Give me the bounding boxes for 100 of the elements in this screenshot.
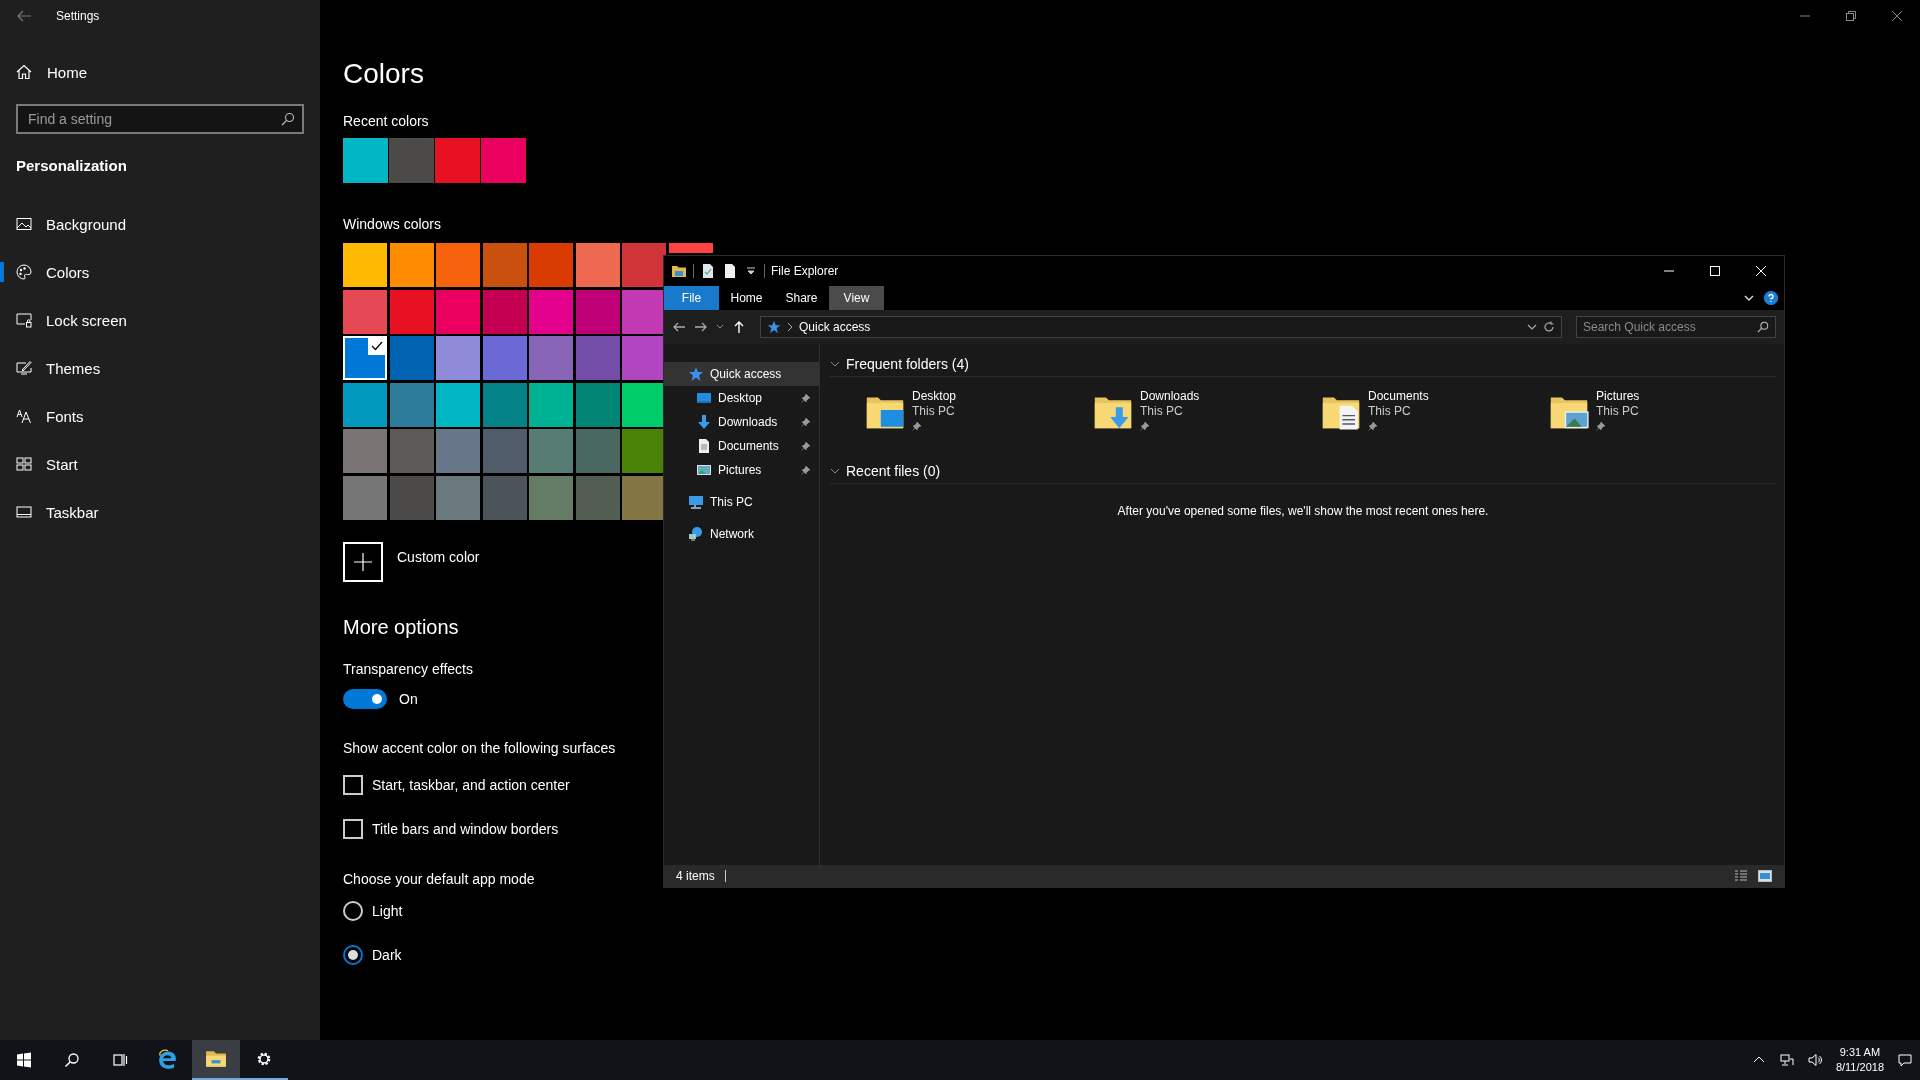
windows-logo-icon[interactable]: [16, 1052, 32, 1068]
color-swatch[interactable]: [389, 138, 434, 183]
nav-item[interactable]: Colors: [0, 248, 320, 296]
color-swatch[interactable]: [482, 336, 527, 380]
tree-item[interactable]: Desktop: [664, 386, 819, 410]
color-swatch[interactable]: [622, 475, 666, 520]
tree-item[interactable]: Quick access: [664, 362, 819, 386]
color-swatch[interactable]: [622, 243, 666, 287]
folder-tile[interactable]: Downloads This PC: [1092, 389, 1320, 459]
back-arrow-icon[interactable]: [16, 8, 32, 24]
color-swatch[interactable]: [622, 289, 666, 334]
color-swatch[interactable]: [622, 382, 666, 427]
tree-item[interactable]: Documents: [664, 434, 819, 458]
clock[interactable]: 9:31 AM 8/11/2018: [1835, 1045, 1884, 1075]
custom-color-button[interactable]: [343, 541, 383, 582]
color-swatch[interactable]: [482, 382, 527, 427]
details-view-icon[interactable]: [1734, 870, 1748, 882]
color-swatch[interactable]: [529, 243, 573, 287]
tree-item[interactable]: This PC: [664, 490, 819, 514]
color-swatch[interactable]: [436, 243, 480, 287]
properties-icon[interactable]: [700, 263, 716, 279]
tree-item[interactable]: Downloads: [664, 410, 819, 434]
color-swatch[interactable]: [481, 138, 526, 183]
color-swatch[interactable]: [435, 138, 480, 183]
color-swatch[interactable]: [343, 475, 387, 520]
tree-item[interactable]: Pictures: [664, 458, 819, 482]
color-swatch[interactable]: [529, 382, 573, 427]
back-arrow-icon[interactable]: [672, 320, 686, 334]
color-swatch[interactable]: [436, 289, 480, 334]
folder-icon[interactable]: [205, 1048, 227, 1070]
nav-item[interactable]: Fonts: [0, 392, 320, 440]
search-icon[interactable]: [64, 1052, 80, 1068]
nav-item[interactable]: Lock screen: [0, 296, 320, 344]
color-swatch[interactable]: [575, 289, 620, 334]
file-menu-button[interactable]: File: [664, 286, 719, 310]
color-swatch[interactable]: [575, 429, 620, 473]
color-swatch[interactable]: [389, 429, 434, 473]
up-arrow-icon[interactable]: [732, 320, 746, 334]
ribbon-tab[interactable]: View: [829, 286, 884, 310]
search-field[interactable]: Find a setting: [16, 104, 304, 134]
color-swatch[interactable]: [436, 429, 480, 473]
radio-button[interactable]: [343, 944, 363, 965]
address-bar[interactable]: Quick access: [760, 316, 1562, 338]
color-swatch[interactable]: [482, 243, 527, 287]
search-field[interactable]: Search Quick access: [1576, 316, 1776, 338]
color-swatch[interactable]: [343, 336, 387, 380]
checkbox[interactable]: [343, 818, 363, 839]
color-swatch[interactable]: [482, 429, 527, 473]
settings-icon[interactable]: [256, 1051, 272, 1067]
radio-button[interactable]: [343, 900, 363, 921]
color-swatch[interactable]: [343, 138, 388, 183]
color-swatch[interactable]: [389, 475, 434, 520]
color-swatch[interactable]: [529, 429, 573, 473]
color-swatch[interactable]: [529, 289, 573, 334]
color-swatch[interactable]: [389, 382, 434, 427]
group-header[interactable]: Frequent folders (4): [830, 352, 1776, 377]
group-header[interactable]: Recent files (0): [830, 459, 1776, 484]
color-swatch[interactable]: [343, 289, 387, 334]
color-swatch[interactable]: [389, 289, 434, 334]
color-swatch[interactable]: [668, 243, 713, 253]
help-icon[interactable]: [1764, 291, 1778, 305]
color-swatch[interactable]: [575, 382, 620, 427]
color-swatch[interactable]: [482, 289, 527, 334]
color-swatch[interactable]: [343, 382, 387, 427]
color-swatch[interactable]: [482, 475, 527, 520]
nav-item[interactable]: Themes: [0, 344, 320, 392]
home-link[interactable]: Home: [0, 52, 320, 92]
checkbox[interactable]: [343, 774, 363, 795]
color-swatch[interactable]: [343, 429, 387, 473]
color-swatch[interactable]: [622, 336, 666, 380]
color-swatch[interactable]: [389, 336, 434, 380]
ribbon-tab[interactable]: Home: [719, 286, 774, 310]
ribbon-tab[interactable]: Share: [774, 286, 829, 310]
browser-e-icon[interactable]: [157, 1049, 179, 1071]
folder-tile[interactable]: Desktop This PC: [864, 389, 1092, 459]
folder-tile[interactable]: Pictures This PC: [1548, 389, 1776, 459]
forward-arrow-icon[interactable]: [694, 320, 708, 334]
folder-icon[interactable]: [671, 263, 687, 279]
color-swatch[interactable]: [436, 336, 480, 380]
color-swatch[interactable]: [389, 243, 434, 287]
color-swatch[interactable]: [529, 336, 573, 380]
nav-item[interactable]: Start: [0, 440, 320, 488]
color-swatch[interactable]: [436, 382, 480, 427]
nav-item[interactable]: Taskbar: [0, 488, 320, 536]
toggle-switch[interactable]: [343, 688, 387, 709]
color-swatch[interactable]: [575, 475, 620, 520]
color-swatch[interactable]: [575, 243, 620, 287]
volume-icon[interactable]: [1807, 1053, 1822, 1067]
nav-item[interactable]: Background: [0, 200, 320, 248]
color-swatch[interactable]: [529, 475, 573, 520]
color-swatch[interactable]: [343, 243, 387, 287]
notification-icon[interactable]: [1898, 1053, 1912, 1067]
network-icon[interactable]: [1779, 1053, 1794, 1067]
color-swatch[interactable]: [436, 475, 480, 520]
folder-tile[interactable]: Documents This PC: [1320, 389, 1548, 459]
color-swatch[interactable]: [575, 336, 620, 380]
large-icons-view-icon[interactable]: [1758, 870, 1772, 882]
tree-item[interactable]: Network: [664, 522, 819, 546]
color-swatch[interactable]: [622, 429, 666, 473]
task-view-icon[interactable]: [112, 1052, 128, 1068]
